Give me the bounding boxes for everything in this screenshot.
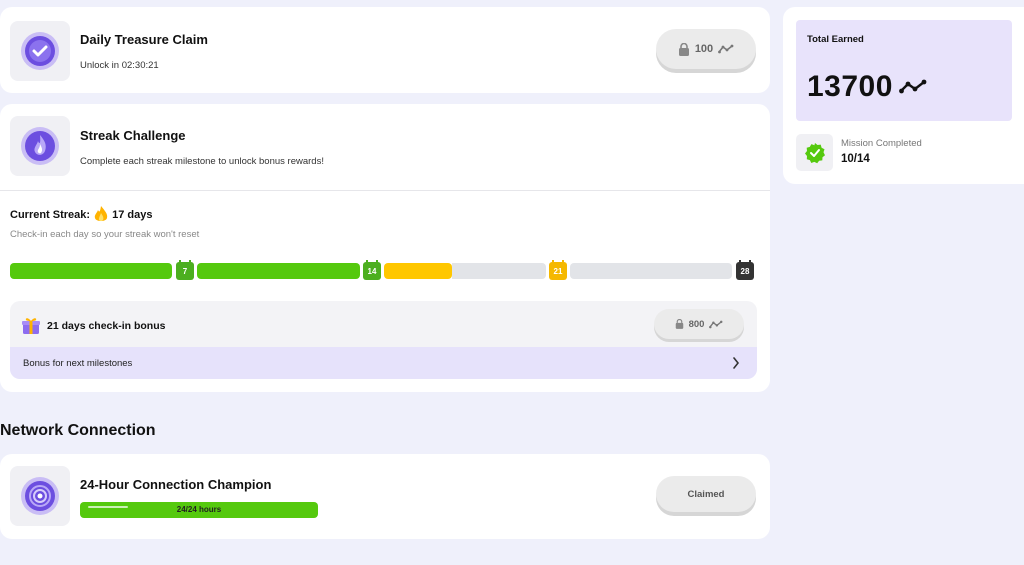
total-earned-row: 13700 (807, 70, 927, 104)
daily-treasure-card: Daily Treasure Claim Unlock in 02:30:21 … (0, 7, 770, 93)
bonus-box: 21 days check-in bonus 800 Bonus for nex… (10, 301, 757, 379)
summary-card: Total Earned 13700 Mission Completed 10/… (783, 7, 1024, 184)
claimed-button[interactable]: Claimed (656, 476, 756, 512)
next-milestones-row[interactable]: Bonus for next milestones (10, 347, 757, 379)
unlock-countdown: Unlock in 02:30:21 (80, 60, 159, 71)
streak-done-segment-2 (197, 263, 360, 279)
mission-completed-value: 10/14 (841, 153, 870, 165)
token-icon (899, 79, 927, 94)
milestone-28-marker: 28 (736, 260, 754, 280)
milestone-14-label: 14 (367, 266, 377, 276)
verified-check-icon (804, 142, 825, 163)
total-earned-label: Total Earned (807, 34, 864, 45)
mission-icon-box (796, 134, 833, 171)
connection-icon-box (10, 466, 70, 526)
current-streak-row: Current Streak: 17 days (10, 206, 152, 223)
milestone-7-label: 7 (182, 266, 188, 276)
chevron-right-icon (733, 357, 740, 369)
daily-reward-amount: 100 (694, 43, 714, 55)
flame-badge-icon (21, 127, 59, 165)
streak-hint: Check-in each day so your streak won't r… (10, 229, 200, 240)
current-streak-label: Current Streak: (10, 208, 91, 221)
network-section-title: Network Connection (0, 422, 156, 439)
checkmark-badge-icon (21, 32, 59, 70)
milestone-14-marker: 14 (363, 260, 381, 280)
signal-badge-icon (21, 477, 59, 515)
streak-remaining-segment-2 (570, 263, 732, 279)
daily-treasure-title: Daily Treasure Claim (80, 32, 208, 47)
streak-challenge-subtitle: Complete each streak milestone to unlock… (80, 156, 324, 167)
connection-progress-text: 24/24 hours (176, 505, 222, 514)
streak-challenge-title: Streak Challenge (80, 128, 186, 143)
total-earned-box: Total Earned 13700 (796, 20, 1012, 121)
streak-remaining-segment-1 (452, 263, 546, 279)
lock-icon (675, 319, 683, 329)
token-icon (718, 44, 734, 54)
treasure-icon-box (10, 21, 70, 81)
milestone-7-marker: 7 (176, 260, 194, 280)
claimed-label: Claimed (687, 488, 725, 500)
current-streak-value: 17 days (112, 208, 153, 221)
streak-divider (0, 190, 770, 191)
streak-icon-box (10, 116, 70, 176)
bonus-claim-button[interactable]: 800 (654, 309, 744, 339)
token-icon (709, 320, 723, 328)
total-earned-value: 13700 (807, 70, 893, 103)
streak-challenge-card: Streak Challenge Complete each streak mi… (0, 104, 770, 392)
lock-icon (678, 42, 689, 56)
milestone-21-label: 21 (553, 266, 563, 276)
streak-current-segment (384, 263, 452, 279)
fire-icon (94, 206, 108, 222)
next-milestones-label: Bonus for next milestones (23, 358, 133, 369)
mission-completed-label: Mission Completed (841, 138, 922, 149)
bonus-reward-amount: 800 (688, 318, 705, 330)
daily-claim-button[interactable]: 100 (656, 29, 756, 69)
gift-icon (22, 318, 40, 334)
streak-done-segment-1 (10, 263, 172, 279)
milestone-28-label: 28 (740, 266, 750, 276)
connection-champion-title: 24-Hour Connection Champion (80, 477, 272, 492)
milestone-21-marker: 21 (549, 260, 567, 280)
connection-champion-card: 24-Hour Connection Champion 24/24 hours … (0, 454, 770, 539)
bonus-title: 21 days check-in bonus (47, 320, 166, 332)
connection-progress-bar: 24/24 hours (80, 502, 318, 518)
